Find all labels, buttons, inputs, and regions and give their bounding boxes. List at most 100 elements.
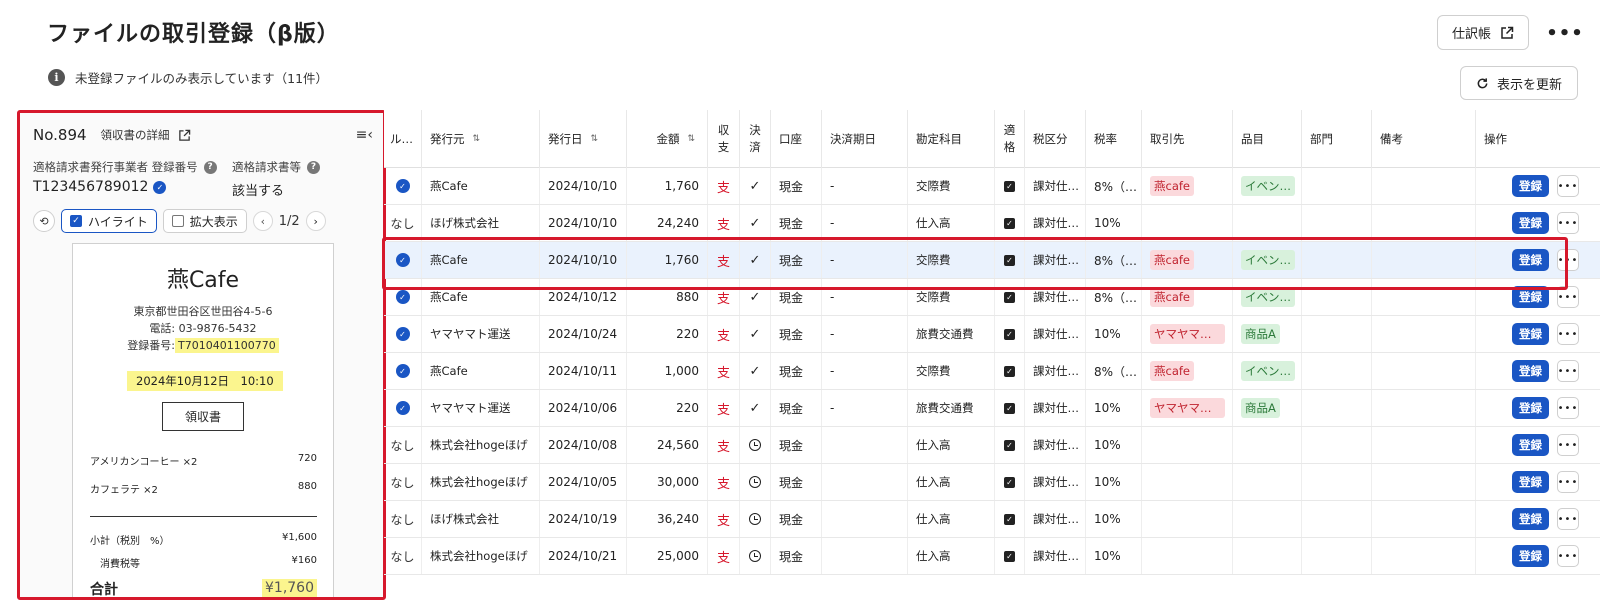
col-category: 勘定科目 [907,110,994,168]
register-button[interactable]: 登録 [1512,286,1549,308]
col-rule[interactable]: ル… [384,110,421,168]
checkbox-checked-icon[interactable]: ✓ [1004,291,1015,303]
cell-tax-rate: 10% [1085,427,1141,463]
next-page-icon[interactable]: › [305,211,326,231]
cell-issuer: ヤマヤマト運送 [421,316,539,352]
table-row[interactable]: なし 株式会社hogeほげ 2024/10/05 30,000 支 現金 仕入高 ✓ 課対仕… 1… [384,464,1600,501]
cell-date: 2024/10/05 [539,464,626,500]
zoom-toggle[interactable]: 拡大表示 [162,209,247,233]
checkbox-checked-icon[interactable]: ✓ [1004,328,1015,340]
register-button[interactable]: 登録 [1512,471,1549,493]
table-row[interactable]: ✓ ヤマヤマト運送 2024/10/06 220 支 ✓ 現金 - 旅費交通費 ✓ 課対仕… 10% ヤ… [384,390,1600,427]
checkbox-checked-icon[interactable]: ✓ [1004,254,1015,266]
more-actions-icon[interactable]: ••• [1557,323,1579,345]
more-actions-icon[interactable]: ••• [1557,545,1579,567]
cell-rule: ✓ [384,168,421,204]
cell-item [1232,501,1301,537]
cell-due: - [821,390,907,426]
table-row[interactable]: ✓ 燕Cafe 2024/10/10 1,760 支 ✓ 現金 - 交際費 ✓ 課対仕… 8%（… 燕c… [384,242,1600,279]
cell-issuer: 燕Cafe [421,242,539,278]
cell-amount: 25,000 [626,538,707,574]
checkbox-checked-icon[interactable]: ✓ [1004,365,1015,377]
register-button[interactable]: 登録 [1512,397,1549,419]
table-row[interactable]: ✓ 燕Cafe 2024/10/10 1,760 支 ✓ 現金 - 交際費 ✓ 課対仕… 8%（… 燕c… [384,168,1600,205]
cell-qualified: ✓ [994,279,1024,315]
cell-qualified: ✓ [994,538,1024,574]
register-button[interactable]: 登録 [1512,323,1549,345]
cell-note [1371,279,1475,315]
cell-tax-type: 課対仕… [1024,427,1085,463]
checkbox-checked-icon[interactable]: ✓ [1004,217,1015,229]
rule-applied-icon: ✓ [395,327,410,341]
more-actions-icon[interactable]: ••• [1557,249,1579,271]
prev-page-icon[interactable]: ‹ [252,211,273,231]
help-icon[interactable]: ? [307,160,320,174]
more-menu-icon[interactable]: ••• [1546,20,1583,46]
refresh-button[interactable]: 表示を更新 [1460,66,1578,100]
rotate-icon[interactable]: ⟲ [33,210,55,232]
table-row[interactable]: ✓ 燕Cafe 2024/10/11 1,000 支 ✓ 現金 - 交際費 ✓ 課対仕… 8%（… 燕c… [384,353,1600,390]
table-row[interactable]: なし ほげ株式会社 2024/10/10 24,240 支 ✓ 現金 - 仕入高 ✓ 課対仕… 10%… [384,205,1600,242]
cell-category: 旅費交通費 [907,390,994,426]
settled-check-icon: ✓ [749,178,761,194]
table-row[interactable]: ✓ ヤマヤマト運送 2024/10/24 220 支 ✓ 現金 - 旅費交通費 ✓ 課対仕… 10% ヤ… [384,316,1600,353]
col-settled-label: 済 [749,140,761,154]
register-button[interactable]: 登録 [1512,434,1549,456]
more-actions-icon[interactable]: ••• [1557,360,1579,382]
checkbox-checked-icon[interactable]: ✓ [1004,513,1015,525]
sort-icon[interactable]: ⇅ [591,134,599,144]
more-actions-icon[interactable]: ••• [1557,434,1579,456]
cell-qualified: ✓ [994,427,1024,463]
cell-settled [739,501,770,537]
rule-applied-icon: ✓ [395,364,410,378]
cell-rule: ✓ [384,353,421,389]
cell-item: 商品A [1232,316,1301,352]
col-date[interactable]: 発行日 ⇅ [539,110,626,168]
more-actions-icon[interactable]: ••• [1557,175,1579,197]
more-actions-icon[interactable]: ••• [1557,286,1579,308]
register-button[interactable]: 登録 [1512,249,1549,271]
table-row[interactable]: なし 株式会社hogeほげ 2024/10/08 24,560 支 現金 仕入高 ✓ 課対仕… 1… [384,427,1600,464]
receipt-divider [90,516,317,517]
table-row[interactable]: なし 株式会社hogeほげ 2024/10/21 25,000 支 現金 仕入高 ✓ 課対仕… 1… [384,538,1600,575]
register-button[interactable]: 登録 [1512,508,1549,530]
cell-partner: 燕cafe [1141,279,1232,315]
checkbox-checked-icon[interactable]: ✓ [1004,550,1015,562]
cell-ops: 登録 ••• [1475,390,1600,426]
journal-button[interactable]: 仕訳帳 [1437,15,1529,50]
table-row[interactable]: ✓ 燕Cafe 2024/10/12 880 支 ✓ 現金 - 交際費 ✓ 課対仕… 8%（… 燕caf… [384,279,1600,316]
external-link-icon[interactable] [178,129,191,142]
cell-category: 仕入高 [907,427,994,463]
col-issuer[interactable]: 発行元 ⇅ [421,110,539,168]
more-actions-icon[interactable]: ••• [1557,471,1579,493]
col-amount[interactable]: 金額 ⇅ [626,110,707,168]
checkbox-checked-icon[interactable]: ✓ [1004,402,1015,414]
help-icon[interactable]: ? [203,160,217,174]
collapse-panel-icon[interactable]: ≡‹ [356,127,373,143]
table-row[interactable]: なし ほげ株式会社 2024/10/19 36,240 支 現金 仕入高 ✓ 課対仕… 10% 登録… [384,501,1600,538]
receipt-shop-name: 燕Cafe [166,268,240,293]
checkbox-checked-icon[interactable]: ✓ [1004,476,1015,488]
cell-account: 現金 [770,205,821,241]
cell-issuer: 燕Cafe [421,353,539,389]
clock-icon [749,513,761,525]
checkbox-checked-icon[interactable]: ✓ [1004,439,1015,451]
cell-ops: 登録 ••• [1475,205,1600,241]
more-actions-icon[interactable]: ••• [1557,508,1579,530]
register-button[interactable]: 登録 [1512,545,1549,567]
cell-note [1371,168,1475,204]
register-button[interactable]: 登録 [1512,360,1549,382]
col-shushi-label: 支 [717,140,730,154]
cell-dept [1301,501,1371,537]
invoice-label-text: 適格請求書等 [232,160,301,174]
checkbox-checked-icon[interactable]: ✓ [1004,180,1015,192]
more-actions-icon[interactable]: ••• [1557,397,1579,419]
register-button[interactable]: 登録 [1512,212,1549,234]
item-tag: イベン… [1241,250,1295,270]
highlight-toggle[interactable]: ✓ ハイライト [61,209,157,233]
sort-icon[interactable]: ⇅ [473,134,481,144]
more-actions-icon[interactable]: ••• [1557,212,1579,234]
cell-amount: 1,760 [626,168,707,204]
register-button[interactable]: 登録 [1512,175,1549,197]
sort-icon[interactable]: ⇅ [687,134,695,144]
